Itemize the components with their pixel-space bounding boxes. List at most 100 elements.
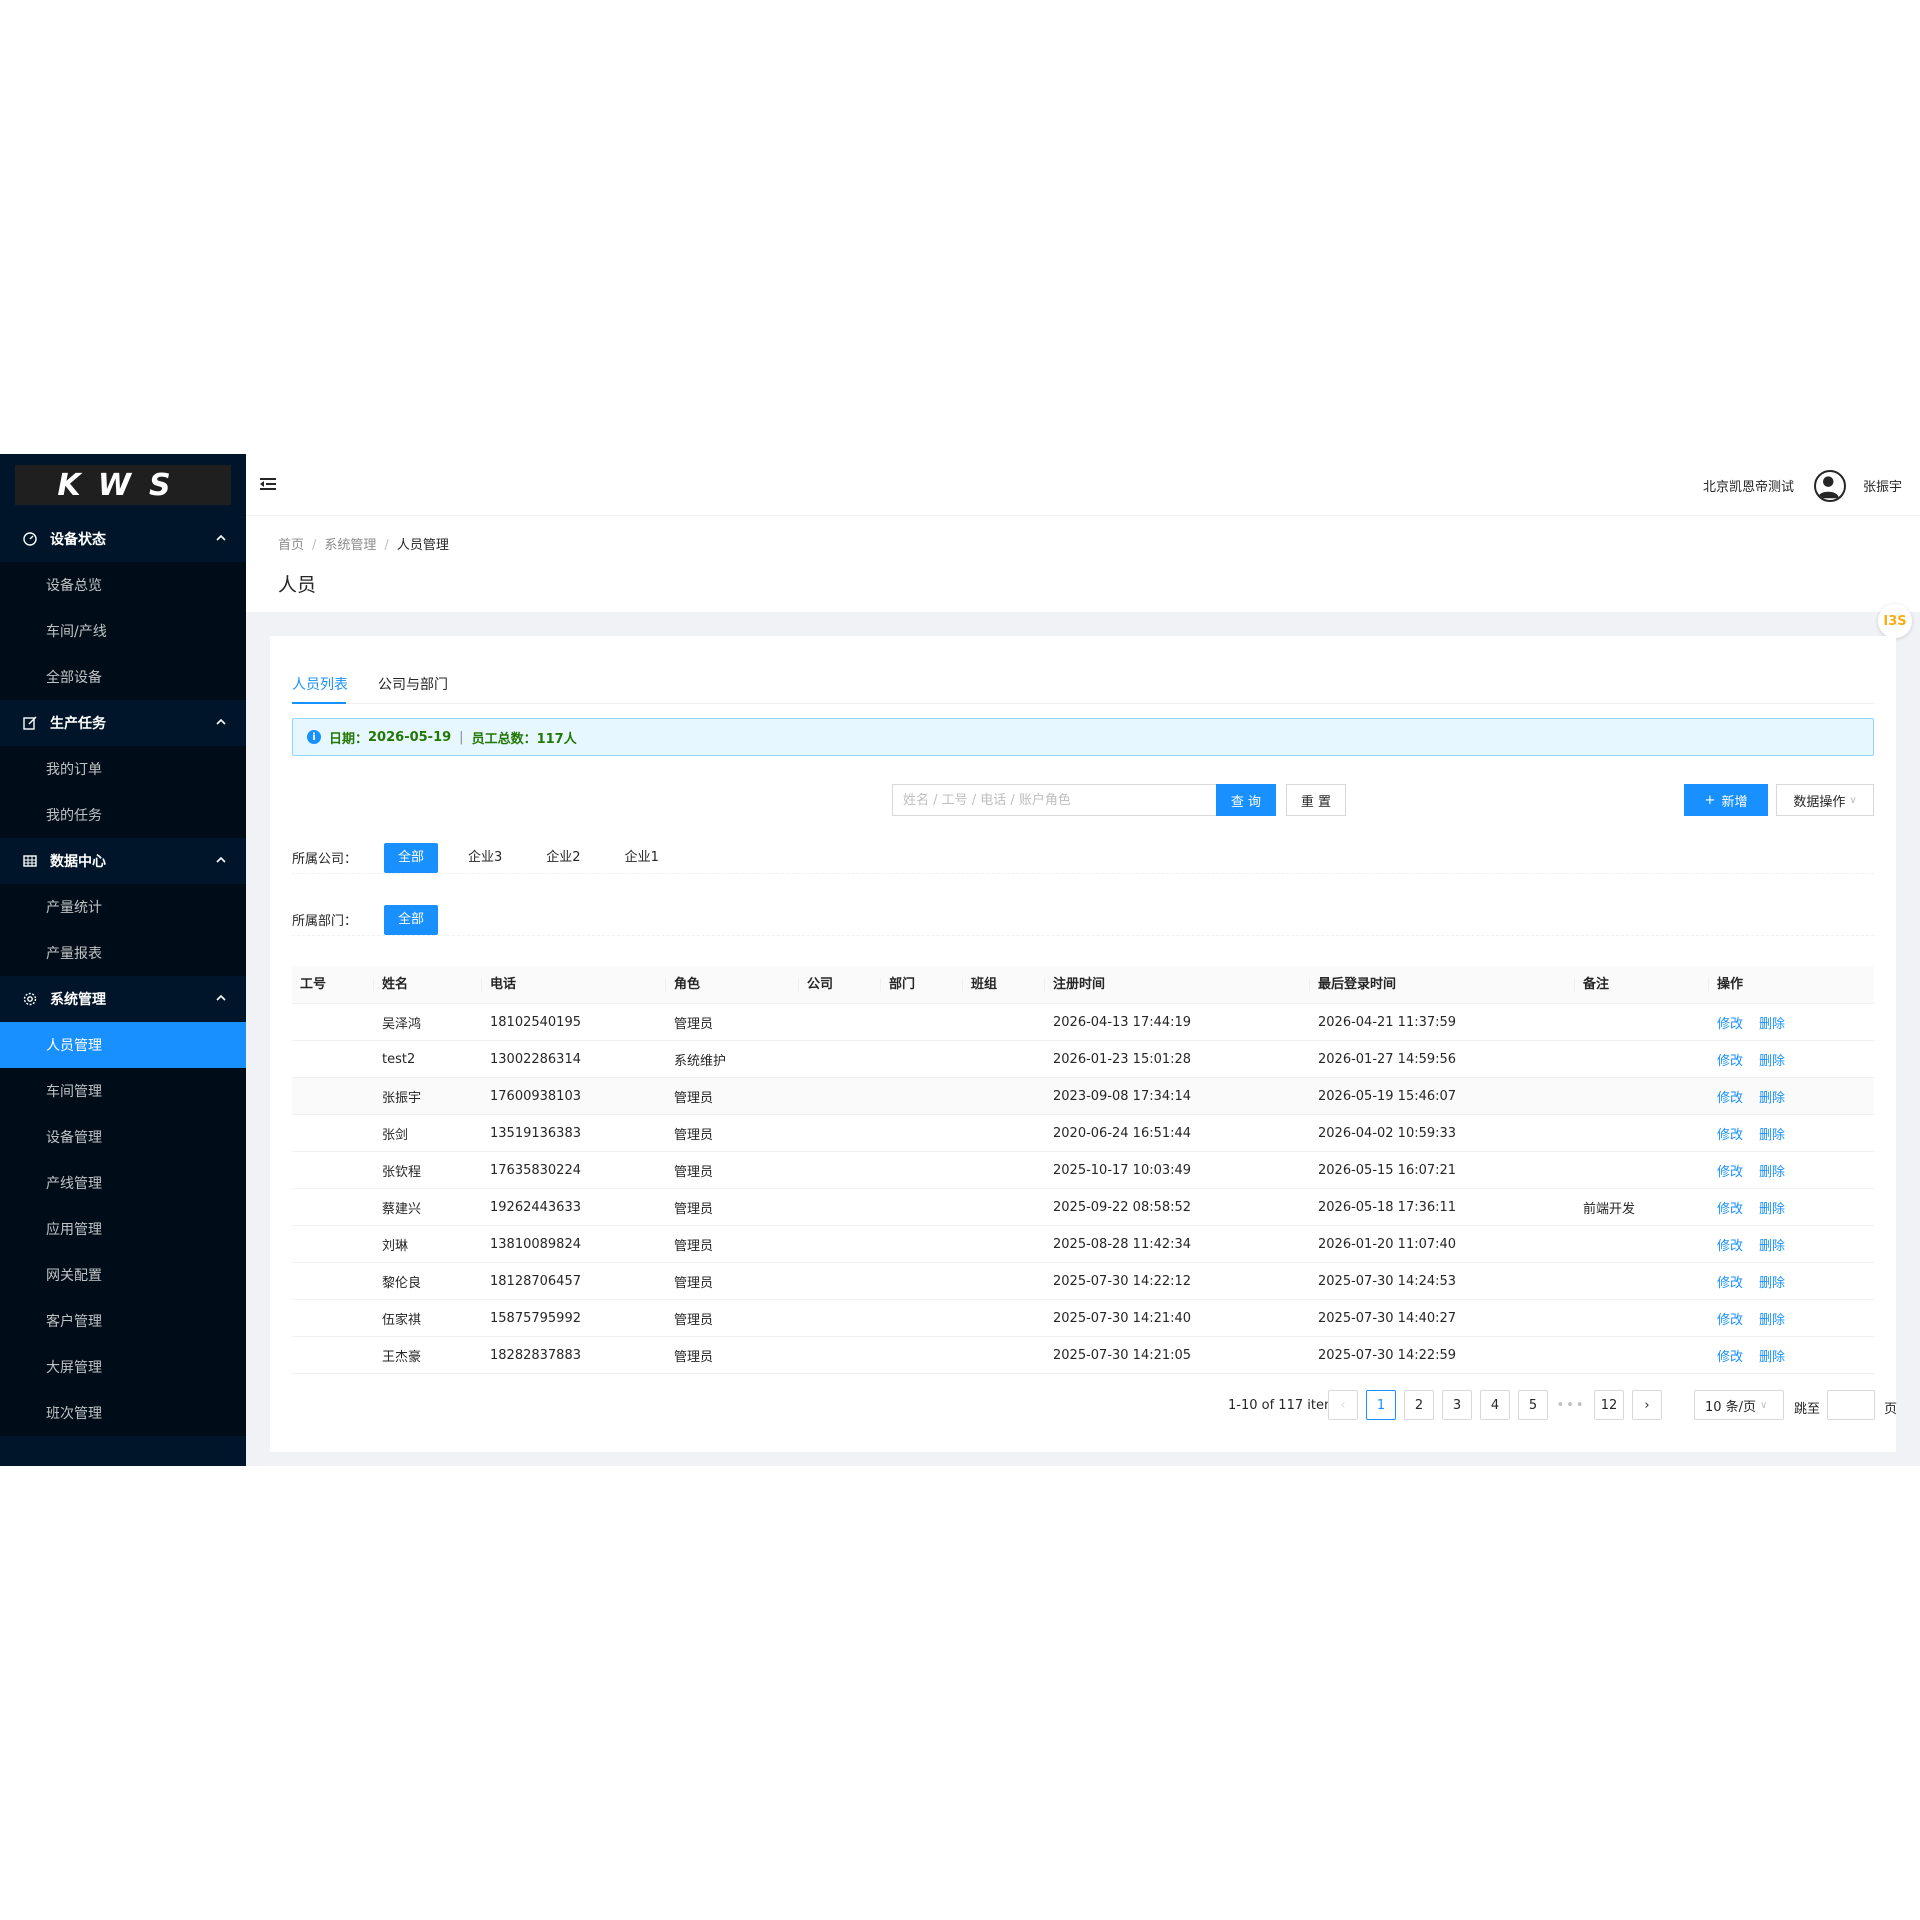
table-row[interactable]: 张钦程 17635830224 管理员 2025-10-17 10:03:49 2026… xyxy=(292,1152,1874,1189)
delete-link[interactable]: 删除 xyxy=(1759,1054,1785,1069)
query-button[interactable]: 查 询 xyxy=(1216,784,1276,816)
info-icon: i xyxy=(307,730,321,744)
table-row[interactable]: 刘琳 13810089824 管理员 2025-08-28 11:42:34 2026-… xyxy=(292,1226,1874,1263)
company-filter-option[interactable]: 企业2 xyxy=(532,843,594,873)
sidebar-item[interactable]: 我的任务 xyxy=(0,792,246,838)
menu-group-0[interactable]: 设备状态 xyxy=(0,516,246,562)
edit-link[interactable]: 修改 xyxy=(1717,1128,1743,1143)
page-number[interactable]: 1 xyxy=(1366,1390,1396,1420)
menu-fold-icon[interactable] xyxy=(258,474,278,494)
menu-group-2[interactable]: 数据中心 xyxy=(0,838,246,884)
add-button[interactable]: + 新增 xyxy=(1684,784,1768,816)
data-operation-dropdown[interactable]: 数据操作 ∨ xyxy=(1776,784,1874,816)
sidebar-item[interactable]: 产量统计 xyxy=(0,884,246,930)
delete-link[interactable]: 删除 xyxy=(1759,1276,1785,1291)
table-cell: 18102540195 xyxy=(490,1014,581,1030)
column-header: 最后登录时间 xyxy=(1310,966,1575,1004)
table-cell: 张剑 xyxy=(382,1127,409,1143)
page-size-select[interactable]: 10 条/页 ∨ xyxy=(1694,1390,1784,1420)
table-cell: 18128706457 xyxy=(490,1273,581,1289)
reset-button[interactable]: 重 置 xyxy=(1286,784,1346,816)
company-filter-option[interactable]: 企业3 xyxy=(454,843,516,873)
next-page-button[interactable]: › xyxy=(1632,1390,1662,1420)
menu-group-1[interactable]: 生产任务 xyxy=(0,700,246,746)
sidebar-item[interactable]: 车间/产线 xyxy=(0,608,246,654)
chevron-down-icon: ∨ xyxy=(1760,1399,1768,1411)
delete-link[interactable]: 删除 xyxy=(1759,1313,1785,1328)
jump-input[interactable] xyxy=(1827,1390,1875,1420)
sidebar-item[interactable]: 设备管理 xyxy=(0,1114,246,1160)
page-suffix: 页 xyxy=(1884,1402,1898,1417)
alert-total-label: 员工总数： xyxy=(471,731,537,747)
edit-link[interactable]: 修改 xyxy=(1717,1017,1743,1032)
table-row[interactable]: 王杰豪 18282837883 管理员 2025-07-30 14:21:05 2025… xyxy=(292,1337,1874,1374)
table-row[interactable]: test2 13002286314 系统维护 2026-01-23 15:01:28 2… xyxy=(292,1041,1874,1078)
sidebar-item[interactable]: 我的订单 xyxy=(0,746,246,792)
sidebar-item[interactable]: 应用管理 xyxy=(0,1206,246,1252)
table-row[interactable]: 伍家祺 15875795992 管理员 2025-07-30 14:21:40 2025… xyxy=(292,1300,1874,1337)
edit-link[interactable]: 修改 xyxy=(1717,1165,1743,1180)
breadcrumb-home[interactable]: 首页 xyxy=(278,538,304,553)
table-row[interactable]: 张振宇 17600938103 管理员 2023-09-08 17:34:14 2026… xyxy=(292,1078,1874,1115)
page-title: 人员 xyxy=(278,574,317,596)
chevron-up-icon xyxy=(216,856,226,863)
tab-person-list[interactable]: 人员列表 xyxy=(292,674,348,694)
tab-company-department[interactable]: 公司与部门 xyxy=(378,674,448,694)
tab-ink-bar xyxy=(292,702,346,704)
table-row[interactable]: 张剑 13519136383 管理员 2020-06-24 16:51:44 2026-… xyxy=(292,1115,1874,1152)
delete-link[interactable]: 删除 xyxy=(1759,1128,1785,1143)
table-row[interactable]: 黎伦良 18128706457 管理员 2025-07-30 14:22:12 2025… xyxy=(292,1263,1874,1300)
page-number[interactable]: 3 xyxy=(1442,1390,1472,1420)
delete-link[interactable]: 删除 xyxy=(1759,1350,1785,1365)
sidebar-item[interactable]: 设备总览 xyxy=(0,562,246,608)
page-number[interactable]: 12 xyxy=(1594,1390,1624,1420)
edit-link[interactable]: 修改 xyxy=(1717,1313,1743,1328)
page-number[interactable]: 5 xyxy=(1518,1390,1548,1420)
row-actions: 修改 删除 xyxy=(1709,1050,1874,1069)
sidebar-item[interactable]: 大屏管理 xyxy=(0,1344,246,1390)
edit-link[interactable]: 修改 xyxy=(1717,1276,1743,1291)
sidebar-item[interactable]: 客户管理 xyxy=(0,1298,246,1344)
table-cell: 伍家祺 xyxy=(382,1312,422,1328)
delete-link[interactable]: 删除 xyxy=(1759,1017,1785,1032)
table-cell: 2026-01-20 11:07:40 xyxy=(1318,1236,1457,1252)
breadcrumb-system[interactable]: 系统管理 xyxy=(324,538,376,553)
delete-link[interactable]: 删除 xyxy=(1759,1239,1785,1254)
delete-link[interactable]: 删除 xyxy=(1759,1091,1785,1106)
edit-link[interactable]: 修改 xyxy=(1717,1350,1743,1365)
row-actions: 修改 删除 xyxy=(1709,1161,1874,1180)
user-name[interactable]: 张振宇 xyxy=(1863,476,1902,495)
row-actions: 修改 删除 xyxy=(1709,1309,1874,1328)
company-filter-all[interactable]: 全部 xyxy=(384,842,439,873)
user-avatar[interactable] xyxy=(1814,470,1846,502)
sidebar-item[interactable]: 网关配置 xyxy=(0,1252,246,1298)
sidebar-item[interactable]: 产量报表 xyxy=(0,930,246,976)
menu-group-3[interactable]: 系统管理 xyxy=(0,976,246,1022)
sidebar-item[interactable]: 全部设备 xyxy=(0,654,246,700)
edit-link[interactable]: 修改 xyxy=(1717,1239,1743,1254)
company-filter-option[interactable]: 企业1 xyxy=(611,843,673,873)
department-filter-all[interactable]: 全部 xyxy=(384,904,439,935)
logo[interactable]: KWS xyxy=(15,465,231,505)
company-filter-label: 所属公司： xyxy=(292,852,358,867)
delete-link[interactable]: 删除 xyxy=(1759,1165,1785,1180)
table-row[interactable]: 蔡建兴 19262443633 管理员 2025-09-22 08:58:52 2026… xyxy=(292,1189,1874,1226)
edit-link[interactable]: 修改 xyxy=(1717,1091,1743,1106)
alert-date: 2026-05-19 xyxy=(368,729,452,745)
search-input[interactable] xyxy=(892,784,1216,816)
edit-link[interactable]: 修改 xyxy=(1717,1054,1743,1069)
company-name[interactable]: 北京凯恩帝测试 xyxy=(1703,476,1794,495)
edit-link[interactable]: 修改 xyxy=(1717,1202,1743,1217)
float-helper-badge[interactable]: I3S xyxy=(1878,604,1912,638)
delete-link[interactable]: 删除 xyxy=(1759,1202,1785,1217)
table-row[interactable]: 吴泽鸿 18102540195 管理员 2026-04-13 17:44:19 2026… xyxy=(292,1004,1874,1041)
sidebar-item[interactable]: 人员管理 xyxy=(0,1022,246,1068)
page-number[interactable]: 2 xyxy=(1404,1390,1434,1420)
sidebar-item[interactable]: 班次管理 xyxy=(0,1390,246,1436)
sidebar-item[interactable]: 车间管理 xyxy=(0,1068,246,1114)
sidebar-item[interactable]: 产线管理 xyxy=(0,1160,246,1206)
prev-page-button[interactable]: ‹ xyxy=(1328,1390,1358,1420)
page-ellipsis[interactable]: ••• xyxy=(1556,1390,1586,1420)
column-header: 工号 xyxy=(292,966,374,1004)
page-number[interactable]: 4 xyxy=(1480,1390,1510,1420)
